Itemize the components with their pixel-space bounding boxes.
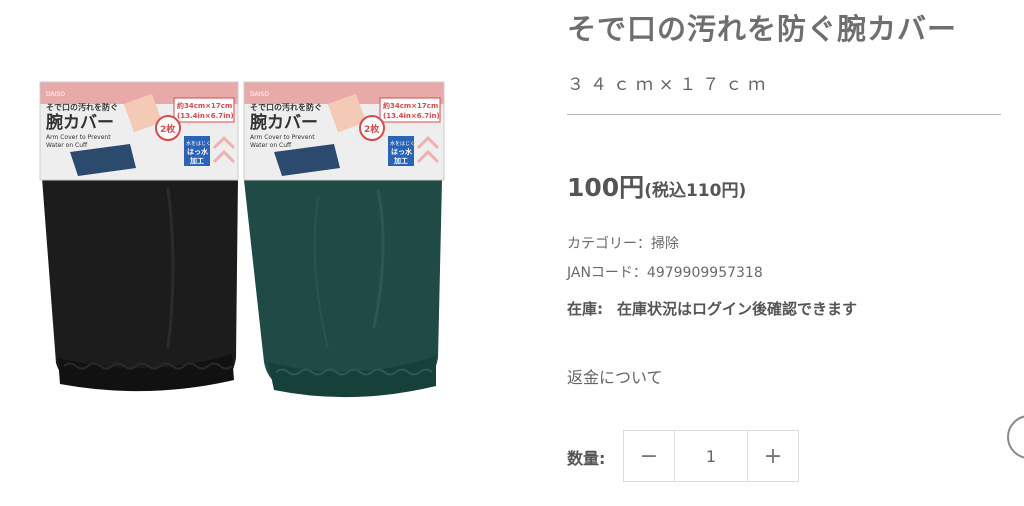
svg-text:加工: 加工 [393,156,408,165]
package-green: DAISO そで口の汚れを防ぐ 腕カバー Arm Cover to Preven… [243,81,445,398]
product-size: ３４ｃｍ×１７ｃｍ [567,75,772,95]
svg-text:水をはじく: 水をはじく [186,140,211,147]
svg-text:Water on Cuff: Water on Cuff [46,142,88,149]
product-category: カテゴリー：掃除 [567,236,679,252]
svg-text:DAISO: DAISO [250,91,269,98]
quantity-stepper: − 1 + [623,430,799,482]
svg-text:Water on Cuff: Water on Cuff [250,142,292,149]
product-image-gallery: DAISO そで口の汚れを防ぐ 腕カバー Arm Cover to Preven… [0,0,490,506]
svg-text:そで口の汚れを防ぐ: そで口の汚れを防ぐ [46,102,118,112]
quantity-decrease-button[interactable]: − [624,431,674,481]
quantity-input[interactable]: 1 [674,431,748,481]
svg-text:(13.4in×6.7in): (13.4in×6.7in) [177,112,234,120]
svg-text:腕カバー: 腕カバー [46,112,114,133]
product-jan-code: JANコード：4979909957318 [567,265,763,281]
quantity-label: 数量: [567,449,606,468]
svg-text:約34cm×17cm: 約34cm×17cm [177,101,232,110]
price-tax-included: (税込110円) [644,181,747,201]
svg-text:はっ水: はっ水 [187,147,209,156]
stock-value: 在庫状況はログイン後確認できます [617,300,858,318]
stock-status: 在庫: 在庫状況はログイン後確認できます [567,298,857,319]
scroll-to-top-button[interactable] [1007,415,1024,459]
svg-text:2枚: 2枚 [364,123,380,135]
quantity-increase-button[interactable]: + [748,431,798,481]
product-title: そで口の汚れを防ぐ腕カバー [567,12,958,46]
svg-text:水をはじく: 水をはじく [390,140,415,147]
svg-text:(13.4in×6.7in): (13.4in×6.7in) [383,112,440,120]
stock-label: 在庫: [567,300,603,318]
product-price: 100円(税込110円) [567,168,746,204]
svg-text:腕カバー: 腕カバー [250,112,318,133]
price-main: 100円 [567,173,645,202]
svg-text:加工: 加工 [189,156,204,165]
refund-info-link[interactable]: 返金について [567,364,663,388]
product-image[interactable]: DAISO そで口の汚れを防ぐ 腕カバー Arm Cover to Preven… [18,28,458,408]
svg-text:はっ水: はっ水 [391,147,413,156]
svg-text:2枚: 2枚 [160,123,176,135]
package-black: DAISO そで口の汚れを防ぐ 腕カバー Arm Cover to Preven… [39,81,239,392]
svg-text:Arm Cover to Prevent: Arm Cover to Prevent [46,134,111,141]
brand-logo-text: DAISO [46,91,65,98]
svg-text:そで口の汚れを防ぐ: そで口の汚れを防ぐ [250,102,322,112]
svg-text:Arm Cover to Prevent: Arm Cover to Prevent [250,134,315,141]
svg-text:約34cm×17cm: 約34cm×17cm [383,101,438,110]
divider [567,114,1001,115]
